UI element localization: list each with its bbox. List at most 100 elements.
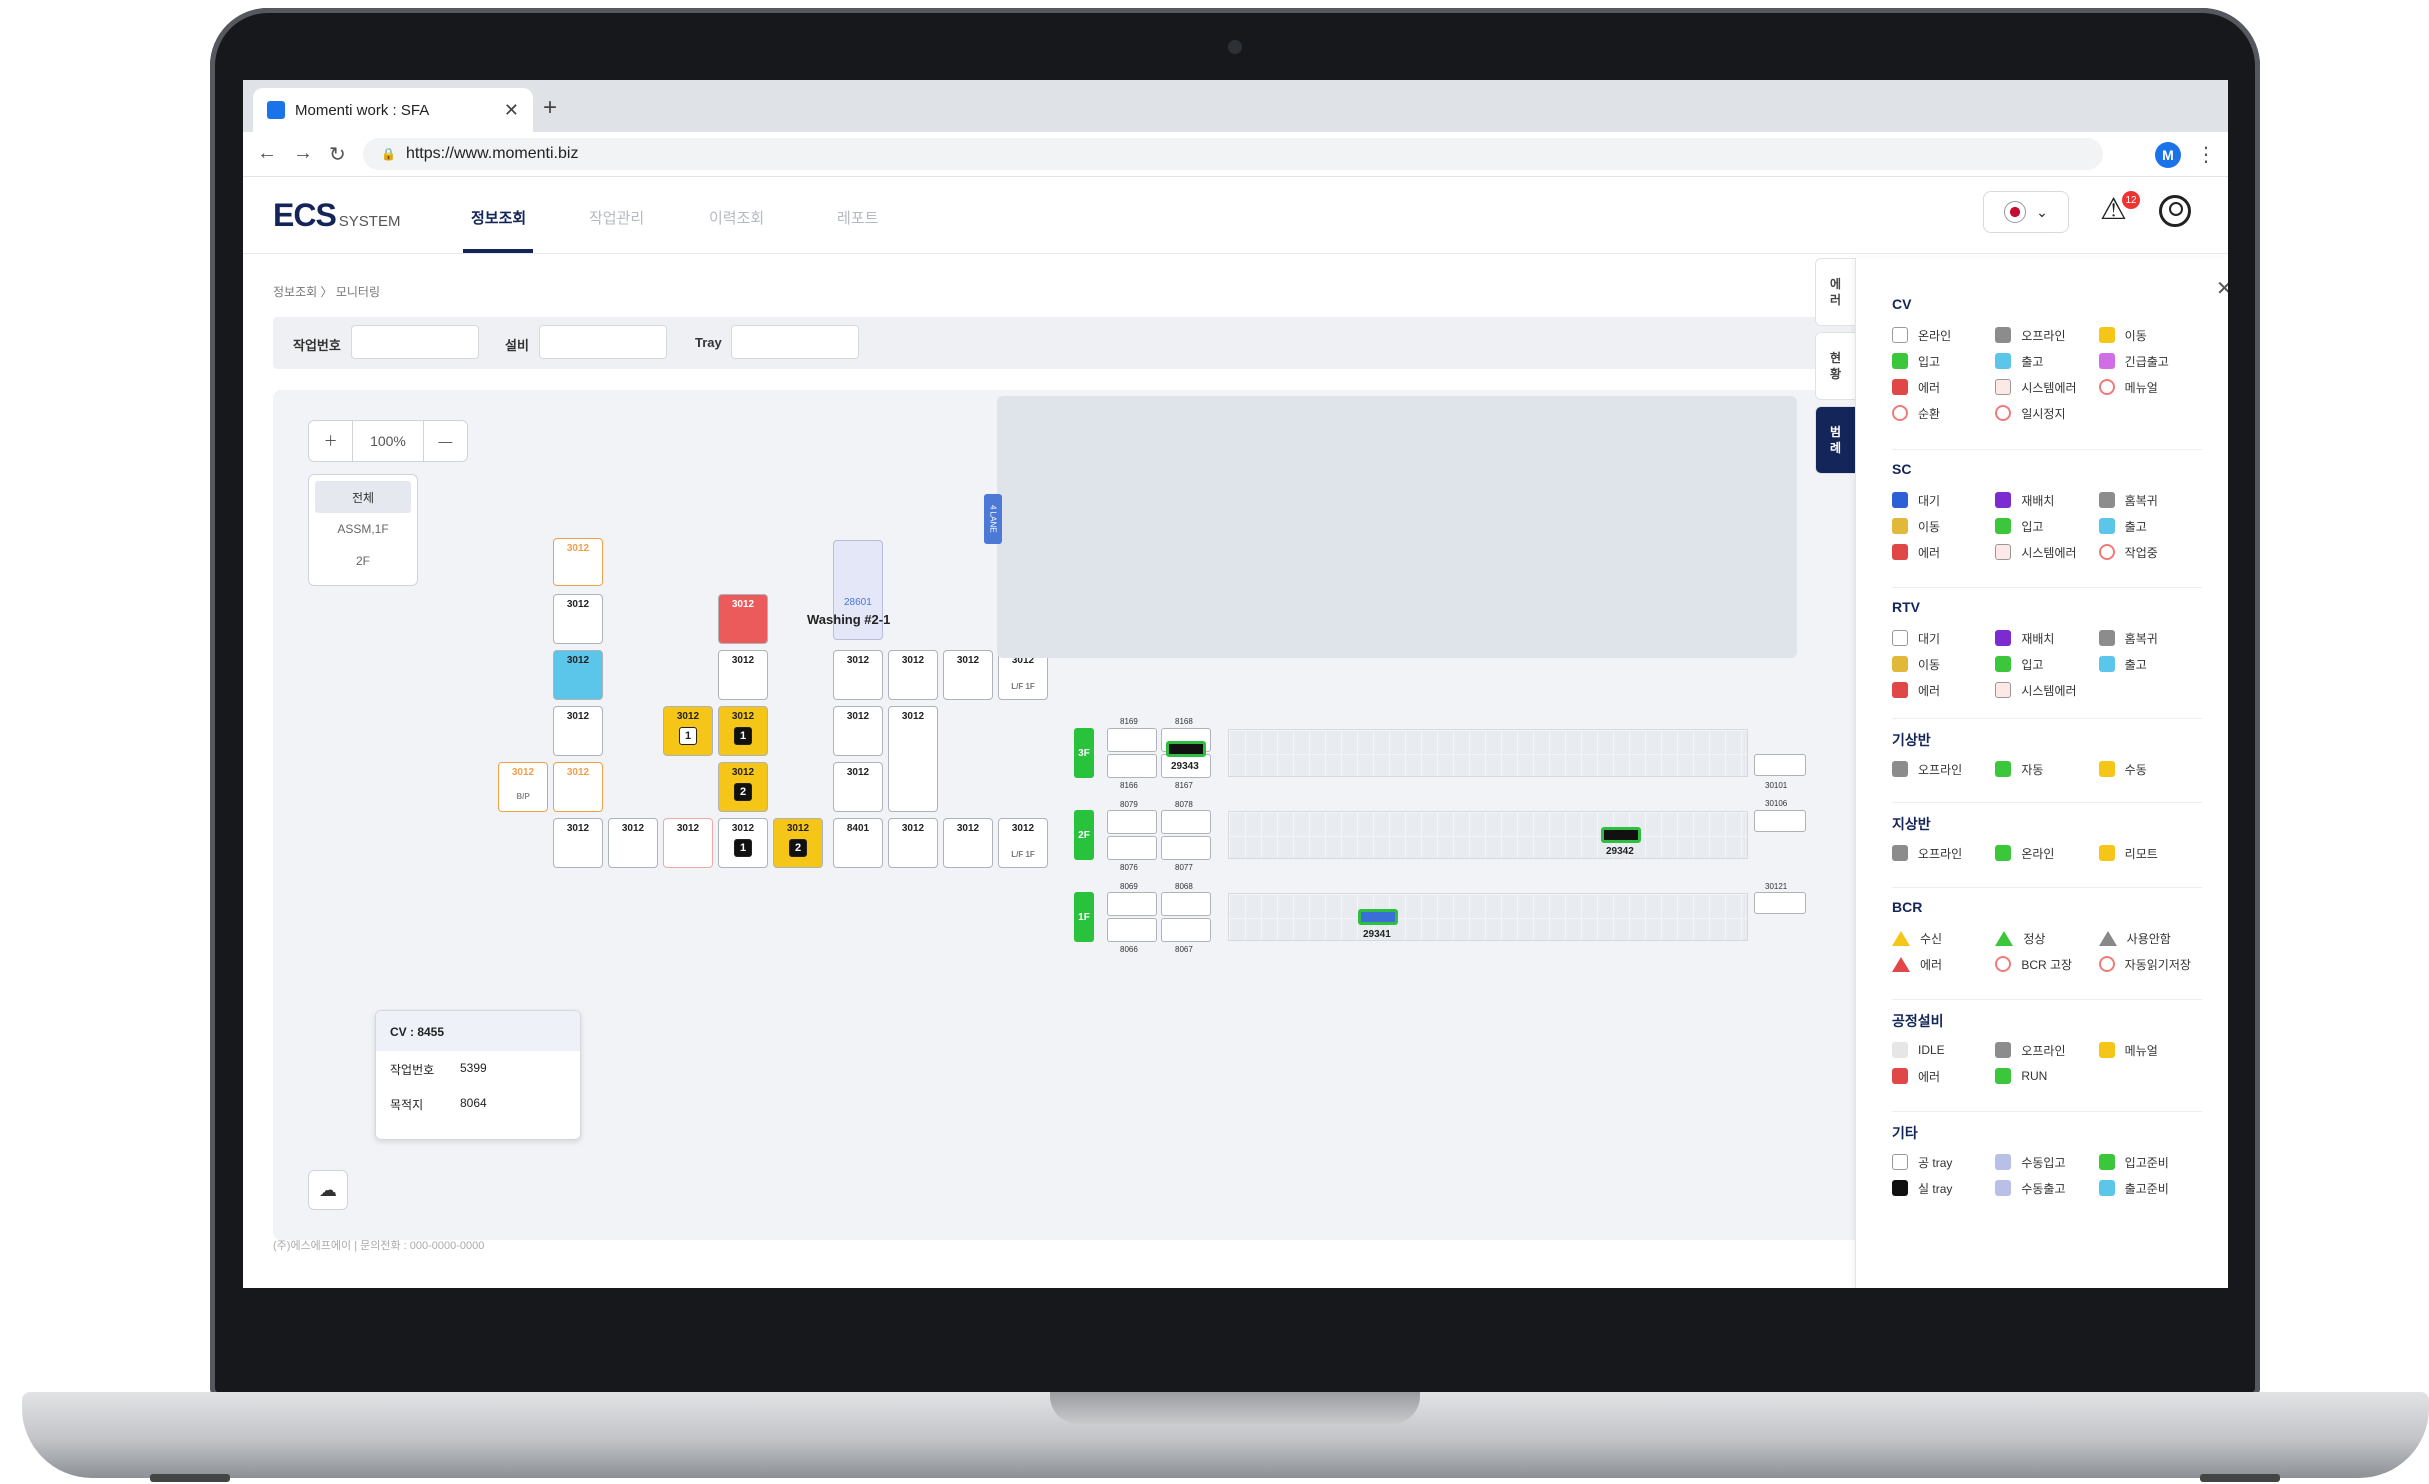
- cv-cell[interactable]: 3012 L/F 1F: [998, 818, 1048, 868]
- rtv-vehicle[interactable]: [1601, 827, 1641, 843]
- cv-cell[interactable]: 3012: [888, 818, 938, 868]
- legend-item-label: 작업중: [2124, 545, 2158, 560]
- tab-legend[interactable]: 범례: [1815, 406, 1855, 474]
- legend-grid: 오프라인 온라인 리모트: [1892, 844, 2202, 862]
- legend-item: 출고: [2098, 517, 2202, 535]
- cv-cell[interactable]: 3012 2: [773, 818, 823, 868]
- slot-cell[interactable]: [1161, 836, 1211, 860]
- legend-item-label: BCR 고장: [2021, 957, 2073, 972]
- color-swatch: [1995, 1042, 2012, 1058]
- cv-cell[interactable]: 3012: [553, 538, 603, 586]
- tray-tag: 1: [734, 839, 752, 857]
- legend-item-label: 정상: [2023, 931, 2046, 946]
- menu-history[interactable]: 이력조회: [709, 207, 764, 228]
- legend-item: 대기: [1892, 629, 1995, 647]
- legend-section-title: 기타: [1892, 1125, 1918, 1141]
- browser-tab[interactable]: Momenti work : SFA ✕: [253, 88, 533, 132]
- slot-cell[interactable]: [1107, 892, 1157, 916]
- color-swatch: [1892, 845, 1908, 861]
- alert-button[interactable]: ⚠ 12: [2100, 191, 2140, 231]
- close-tab-icon[interactable]: ✕: [504, 100, 519, 121]
- cv-cell[interactable]: 3012: [553, 650, 603, 700]
- rtv-vehicle[interactable]: [1166, 741, 1206, 757]
- cv-cell[interactable]: 3012: [718, 650, 768, 700]
- floor-all[interactable]: 전체: [315, 481, 411, 513]
- color-swatch: [1995, 327, 2012, 343]
- color-swatch: [2098, 1180, 2115, 1196]
- reload-icon[interactable]: ↻: [329, 142, 346, 167]
- storage-lane-1f[interactable]: [1228, 893, 1748, 941]
- slot-number: 8169: [1120, 717, 1138, 726]
- cv-cell[interactable]: 3012: [553, 594, 603, 644]
- slot-number: 8166: [1120, 781, 1138, 790]
- color-swatch: [1892, 1042, 1908, 1058]
- lane-end-code: 30101: [1765, 781, 1788, 790]
- forward-icon[interactable]: →: [293, 142, 313, 165]
- slot-cell[interactable]: [1161, 918, 1211, 942]
- zoom-out-button[interactable]: —: [424, 433, 467, 449]
- cv-cell[interactable]: 3012 B/P: [498, 762, 548, 812]
- menu-report[interactable]: 레포트: [837, 207, 878, 228]
- url-field[interactable]: 🔒 https://www.momenti.biz: [363, 138, 2103, 170]
- cv-cell[interactable]: 3012: [553, 818, 603, 868]
- menu-info[interactable]: 정보조회: [471, 207, 526, 228]
- tab-status[interactable]: 현황: [1815, 332, 1855, 400]
- cv-cell[interactable]: 3012 1: [718, 818, 768, 868]
- cv-cell[interactable]: 3012: [833, 762, 883, 812]
- lane-end-box[interactable]: [1754, 754, 1806, 776]
- slot-cell[interactable]: [1107, 918, 1157, 942]
- legend-item: 에러: [1892, 681, 1995, 699]
- cv-cell[interactable]: 3012: [608, 818, 658, 868]
- equip-input[interactable]: [539, 325, 667, 359]
- rtv-vehicle[interactable]: [1358, 909, 1398, 925]
- color-swatch: [1892, 379, 1908, 395]
- cv-cell[interactable]: 3012: [943, 650, 993, 700]
- storage-lane-3f[interactable]: [1228, 729, 1748, 777]
- legend-item: 일시정지: [1995, 404, 2098, 422]
- chevron-down-icon: ⌄: [2036, 203, 2048, 220]
- language-select[interactable]: ⌄: [1983, 191, 2069, 233]
- user-icon[interactable]: [2159, 195, 2191, 227]
- cv-cell[interactable]: 3012: [663, 818, 713, 868]
- storage-lane-2f[interactable]: [1228, 811, 1748, 859]
- cv-cell[interactable]: 3012: [888, 650, 938, 700]
- new-tab-icon[interactable]: +: [543, 94, 557, 122]
- job-no-input[interactable]: [351, 325, 479, 359]
- lane-end-box[interactable]: [1754, 810, 1806, 832]
- cv-cell[interactable]: 3012: [553, 706, 603, 756]
- slot-cell[interactable]: [1107, 754, 1157, 778]
- cv-cell[interactable]: 3012: [833, 706, 883, 756]
- ecs-logo: ECS SYSTEM: [273, 197, 400, 234]
- cv-cell[interactable]: 8401: [833, 818, 883, 868]
- cv-cell[interactable]: 3012 2: [718, 762, 768, 812]
- tab-error[interactable]: 에러: [1815, 258, 1855, 326]
- tray-input[interactable]: [731, 325, 859, 359]
- storage-area: [997, 396, 1797, 658]
- floor-assm-1f[interactable]: ASSM,1F: [315, 513, 411, 545]
- more-menu-icon[interactable]: ⋮: [2196, 142, 2216, 167]
- slot-cell[interactable]: [1107, 810, 1157, 834]
- lane-end-box[interactable]: [1754, 892, 1806, 914]
- slot-cell[interactable]: [1161, 892, 1211, 916]
- slot-cell[interactable]: [1107, 728, 1157, 752]
- close-panel-icon[interactable]: ✕: [2216, 276, 2228, 301]
- profile-avatar[interactable]: M: [2155, 142, 2181, 168]
- zoom-in-button[interactable]: ＋: [309, 431, 352, 451]
- app-header: ECS SYSTEM 정보조회 작업관리 이력조회 레포트 ⌄ ⚠ 12: [243, 177, 2228, 254]
- cv-cell[interactable]: 3012 1: [718, 706, 768, 756]
- cv-cell[interactable]: 3012: [718, 594, 768, 644]
- cv-cell[interactable]: 3012: [943, 818, 993, 868]
- cv-cell[interactable]: 3012: [553, 762, 603, 812]
- color-swatch: [1995, 845, 2012, 861]
- cloud-icon[interactable]: ☁: [308, 1170, 348, 1210]
- cv-cell[interactable]: 3012: [888, 706, 938, 812]
- menu-work[interactable]: 작업관리: [589, 207, 644, 228]
- cv-cell[interactable]: 3012 1: [663, 706, 713, 756]
- cv-cell[interactable]: 3012: [833, 650, 883, 700]
- back-icon[interactable]: ←: [257, 142, 277, 165]
- floor-2f[interactable]: 2F: [315, 545, 411, 577]
- slot-cell[interactable]: [1107, 836, 1157, 860]
- color-swatch: [2098, 845, 2115, 861]
- legend-separator: [1892, 718, 2202, 719]
- slot-cell[interactable]: [1161, 810, 1211, 834]
